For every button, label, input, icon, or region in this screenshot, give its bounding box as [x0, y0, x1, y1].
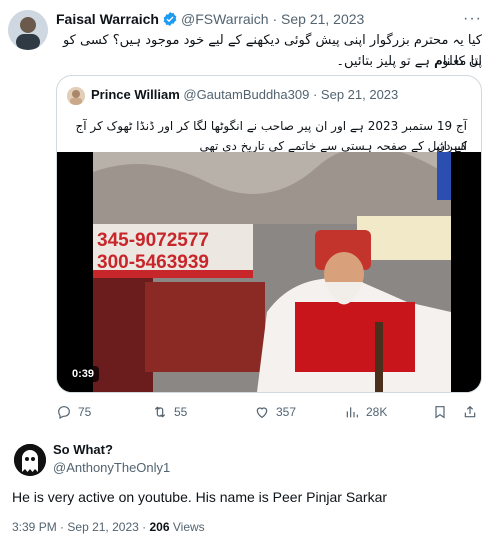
quote-date: Sep 21, 2023 [320, 87, 399, 102]
author-avatar[interactable] [8, 10, 48, 50]
repost-count: 55 [174, 405, 188, 419]
separator-dot: · [312, 87, 318, 102]
reply-metadata: 3:39 PM · Sep 21, 2023 · 206 Views [12, 520, 205, 534]
bookmark-icon [435, 406, 445, 419]
author-name[interactable]: Faisal Warraich [56, 11, 159, 27]
reply-date[interactable]: Sep 21, 2023 [67, 520, 138, 534]
video-frame: 345-9072577 300-5463939 [57, 152, 481, 392]
reply-views-label: Views [172, 520, 205, 534]
reply-views-count: 206 [149, 520, 170, 534]
banner-phone-1: 345-9072577 [97, 230, 209, 251]
reply-author-avatar[interactable] [14, 444, 46, 476]
verified-badge-icon [162, 11, 178, 31]
reply-author-handle[interactable]: @AnthonyTheOnly1 [53, 460, 170, 475]
like-icon [256, 407, 268, 419]
repost-icon [154, 406, 166, 418]
reply-time[interactable]: 3:39 PM [12, 520, 57, 534]
views-count: 28K [366, 405, 388, 419]
separator-dot: · [272, 11, 278, 27]
reply-author-name[interactable]: So What? [53, 442, 113, 457]
more-options-icon[interactable]: ··· [463, 10, 482, 28]
video-player[interactable]: 345-9072577 300-5463939 0:39 [57, 152, 481, 392]
reply-count: 75 [78, 405, 92, 419]
action-bar: 75 55 357 28K [56, 402, 482, 424]
like-count: 357 [276, 405, 297, 419]
quote-author-avatar [67, 87, 85, 105]
repost-button[interactable]: 55 [152, 404, 187, 420]
reply-text: He is very active on youtube. His name i… [12, 489, 388, 505]
banner-phone-2: 300-5463939 [97, 252, 209, 273]
separator-dot: · [60, 520, 65, 534]
quote-header: Prince William @GautamBuddha309 · Sep 21… [91, 86, 398, 104]
quote-author-name: Prince William [91, 87, 180, 102]
quote-author-handle: @GautamBuddha309 [183, 87, 310, 102]
reply-icon [58, 406, 70, 420]
views-button[interactable]: 28K [344, 404, 387, 420]
video-duration: 0:39 [67, 366, 100, 382]
tweet-header: Faisal Warraich @FSWarraich · Sep 21, 202… [56, 10, 364, 31]
tweet-date[interactable]: Sep 21, 2023 [281, 11, 364, 27]
separator-dot: · [142, 520, 147, 534]
share-icon [464, 405, 476, 418]
tweet-text-line-2: پتا معلوم ہے تو پلیز بتائیں۔ [336, 54, 482, 69]
quoted-tweet[interactable]: Prince William @GautamBuddha309 · Sep 21… [56, 75, 482, 393]
like-button[interactable]: 357 [254, 404, 296, 420]
author-handle[interactable]: @FSWarraich [181, 11, 269, 27]
reply-button[interactable]: 75 [56, 404, 91, 420]
share-button[interactable] [462, 404, 478, 420]
bookmark-button[interactable] [432, 404, 448, 420]
views-icon [346, 407, 358, 418]
